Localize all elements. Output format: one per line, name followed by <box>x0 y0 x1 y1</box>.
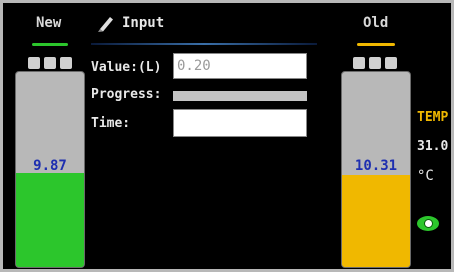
time-input[interactable] <box>173 109 307 137</box>
old-tank-cap <box>353 57 401 71</box>
old-tank: 10.31 <box>341 71 411 268</box>
pencil-icon <box>98 17 113 32</box>
old-tank-fill <box>342 175 410 267</box>
new-tank-cap <box>28 57 76 71</box>
screen: New 9.87 Input Value:(L) Progress: Time:… <box>3 3 451 269</box>
new-tank-title: New <box>36 15 62 31</box>
old-tank-value: 10.31 <box>354 158 398 174</box>
new-tank-fill <box>16 173 84 267</box>
input-title: Input <box>122 15 165 31</box>
old-tank-title: Old <box>363 15 389 31</box>
progress-label: Progress: <box>91 87 162 102</box>
old-tank-indicator <box>357 43 395 46</box>
value-input[interactable] <box>173 53 307 79</box>
temp-label: TEMP <box>417 110 449 125</box>
new-tank-indicator <box>32 43 68 46</box>
value-label: Value:(L) <box>91 60 162 75</box>
time-label: Time: <box>91 116 131 131</box>
temp-unit: °C <box>417 168 434 184</box>
eye-icon[interactable] <box>417 216 439 231</box>
new-tank-value: 9.87 <box>33 158 67 174</box>
input-divider <box>91 43 317 45</box>
temp-value: 31.0 <box>417 139 449 154</box>
new-tank: 9.87 <box>15 71 85 268</box>
progress-bar <box>173 91 307 101</box>
